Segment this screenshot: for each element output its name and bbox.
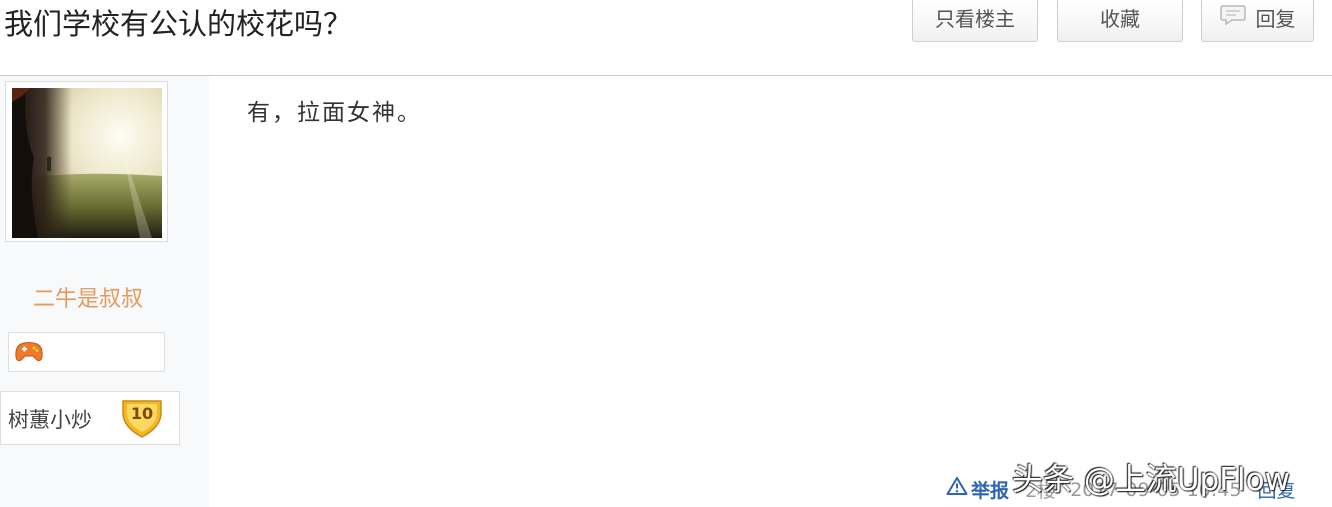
level-number: 10 xyxy=(131,404,153,423)
comment-bubble-icon xyxy=(1219,0,1246,38)
reply-button-label: 回复 xyxy=(1255,7,1296,31)
floor-reply-link[interactable]: 回复 xyxy=(1257,476,1295,503)
thread-header: 我们学校有公认的校花吗？ 只看楼主 收藏 回复 xyxy=(0,0,1332,76)
thread-title: 我们学校有公认的校花吗？ xyxy=(4,7,353,41)
author-username[interactable]: 二牛是叔叔 xyxy=(0,281,176,313)
favorite-button[interactable]: 收藏 xyxy=(1057,0,1183,42)
level-title[interactable]: 树蕙小炒 xyxy=(8,404,92,434)
avatar[interactable] xyxy=(12,88,162,238)
game-controller-badge-icon[interactable] xyxy=(14,341,44,367)
only-op-button[interactable]: 只看楼主 xyxy=(912,0,1038,42)
post-content: 有，拉面女神。 xyxy=(247,100,422,126)
landscape-photo-icon xyxy=(12,88,162,238)
report-link[interactable]: 举报 xyxy=(946,476,1009,503)
level-shield-icon[interactable]: 10 xyxy=(119,397,165,443)
post-meta: 举报 2楼 2017-09-05 10:45 回复 xyxy=(946,476,1295,506)
member-level-box: 树蕙小炒 10 xyxy=(0,391,180,445)
avatar-frame[interactable] xyxy=(5,81,168,242)
post-timestamp: 2017-09-05 10:45 xyxy=(1070,478,1242,501)
warning-triangle-icon xyxy=(946,476,968,501)
floor-number: 2楼 xyxy=(1025,480,1057,502)
badge-box xyxy=(8,332,165,372)
reply-button[interactable]: 回复 xyxy=(1201,0,1314,42)
author-sidebar: 二牛是叔叔 树蕙小炒 10 xyxy=(0,76,209,507)
report-label: 举报 xyxy=(971,480,1010,502)
